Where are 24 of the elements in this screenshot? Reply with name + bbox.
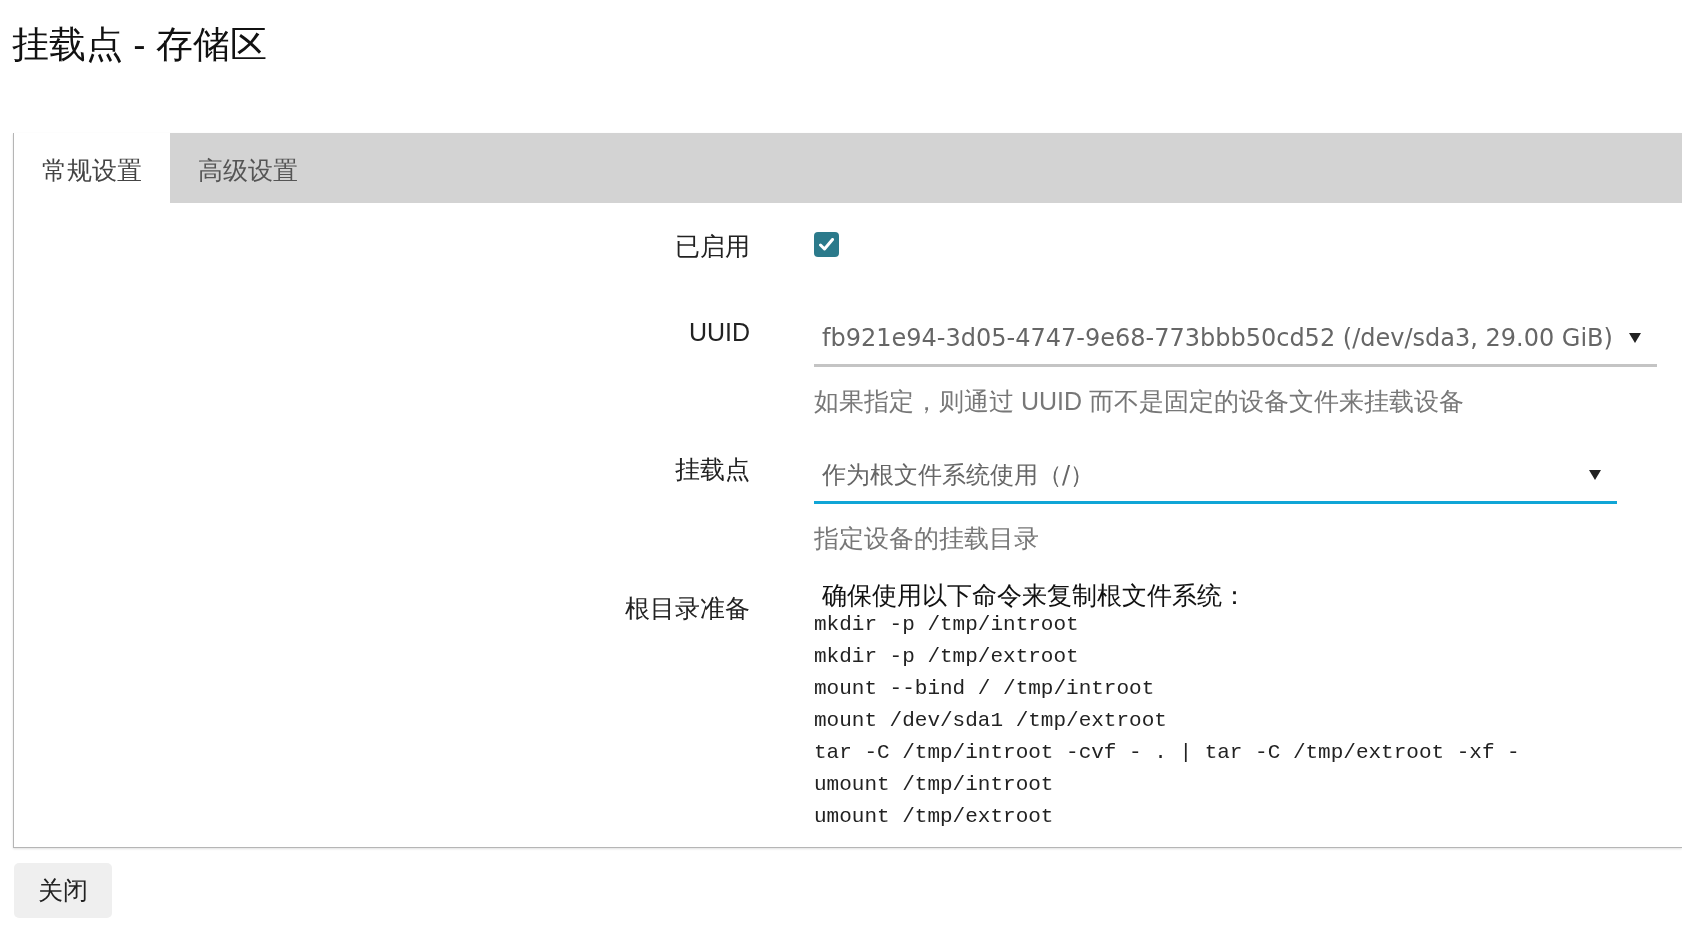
close-button[interactable]: 关闭	[14, 863, 112, 918]
tab[interactable]: 高级设置	[170, 133, 326, 203]
command-line: tar -C /tmp/introot -cvf - . | tar -C /tmp/extroot -xf -	[814, 740, 1520, 766]
tab[interactable]: 常规设置	[14, 133, 170, 203]
field-label: UUID	[688, 318, 750, 346]
checkbox[interactable]	[814, 232, 839, 257]
checkmark-icon	[819, 238, 834, 251]
instruction-text: 确保使用以下命令来复制根文件系统：	[821, 581, 1247, 609]
page-title: 挂载点 - 存储区	[12, 23, 267, 67]
dropdown-select[interactable]: fb921e94-3d05-4747-9e68-773bbb50cd52 (/dev/sda3, 29.00 GiB)	[814, 311, 1657, 367]
field-label: 根目录准备	[625, 594, 750, 622]
command-line: mkdir -p /tmp/extroot	[814, 644, 1079, 670]
caret-down-icon	[1589, 469, 1601, 480]
field-label: 挂载点	[675, 455, 750, 483]
dropdown-select[interactable]: 作为根文件系统使用（/）	[814, 448, 1617, 504]
command-line: mount --bind / /tmp/introot	[814, 676, 1155, 702]
command-line: umount /tmp/extroot	[814, 804, 1054, 830]
command-line: mkdir -p /tmp/introot	[814, 612, 1079, 638]
caret-down-icon	[1628, 332, 1641, 343]
help-text: 指定设备的挂载目录	[814, 523, 1039, 553]
command-line: umount /tmp/introot	[814, 772, 1054, 798]
help-text: 如果指定，则通过 UUID 而不是固定的设备文件来挂载设备	[814, 386, 1464, 416]
field-label: 已启用	[675, 232, 750, 260]
command-line: mount /dev/sda1 /tmp/extroot	[814, 708, 1167, 734]
